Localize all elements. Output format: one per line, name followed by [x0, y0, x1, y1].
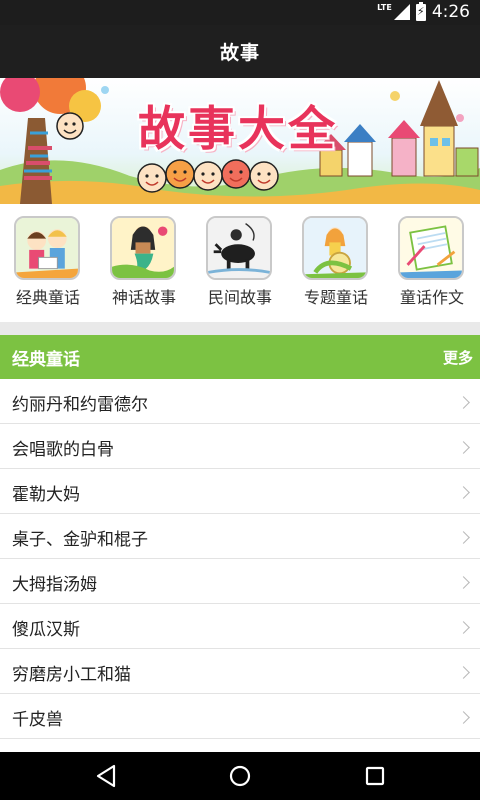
banner-title: 故事大全 — [138, 102, 338, 157]
back-icon[interactable] — [92, 762, 122, 790]
category-label: 经典童话 — [15, 288, 80, 307]
home-icon[interactable] — [225, 762, 255, 790]
section-header: 经典童话 更多 — [0, 335, 480, 379]
app-bar: 故事 — [0, 25, 480, 78]
chevron-right-icon — [457, 486, 470, 499]
category-label: 神话故事 — [111, 288, 176, 307]
story-title: 大拇指汤姆 — [12, 575, 97, 595]
kids-reading-icon — [14, 216, 80, 280]
story-title: 穷磨房小工和猫 — [12, 665, 131, 685]
battery-icon: ⚡ — [415, 1, 426, 21]
status-bar: LTE ⚡ 4:26 — [0, 0, 480, 25]
ox-herder-icon — [206, 216, 272, 280]
page-title: 故事 — [219, 42, 260, 64]
section-title: 经典童话 — [12, 350, 80, 370]
story-title: 约丽丹和约雷德尔 — [12, 395, 148, 415]
more-link[interactable]: 更多 — [443, 347, 473, 368]
category-label: 专题童话 — [303, 288, 368, 307]
category-label: 民间故事 — [207, 288, 272, 307]
category-themed-fairy-tales[interactable]: 专题童话 — [288, 204, 384, 322]
recents-icon[interactable] — [360, 762, 390, 790]
story-title: 会唱歌的白骨 — [12, 440, 114, 460]
list-item[interactable]: 霍勒大妈 — [0, 469, 480, 514]
category-classic-fairy-tales[interactable]: 经典童话 — [0, 204, 96, 322]
category-mythology[interactable]: 神话故事 — [96, 204, 192, 322]
chevron-right-icon — [457, 666, 470, 679]
chevron-right-icon — [457, 576, 470, 589]
story-title: 霍勒大妈 — [12, 485, 80, 505]
girl-on-snail-icon — [302, 216, 368, 280]
notebook-drawing-icon — [398, 216, 464, 280]
chevron-right-icon — [457, 441, 470, 454]
list-item[interactable]: 傻瓜汉斯 — [0, 604, 480, 649]
banner[interactable]: 故事大全 — [0, 78, 480, 204]
section-divider — [0, 322, 480, 335]
chevron-right-icon — [457, 531, 470, 544]
story-title: 桌子、金驴和棍子 — [12, 530, 148, 550]
story-title: 傻瓜汉斯 — [12, 620, 80, 640]
signal-icon — [393, 4, 410, 20]
category-folk-tales[interactable]: 民间故事 — [192, 204, 288, 322]
chevron-right-icon — [457, 711, 470, 724]
clock: 4:26 — [431, 2, 470, 22]
list-item[interactable]: 穷磨房小工和猫 — [0, 649, 480, 694]
network-type: LTE — [377, 2, 392, 12]
list-item[interactable]: 桌子、金驴和棍子 — [0, 514, 480, 559]
list-item[interactable]: 大拇指汤姆 — [0, 559, 480, 604]
list-item[interactable]: 会唱歌的白骨 — [0, 424, 480, 469]
list-item[interactable]: 千皮兽 — [0, 694, 480, 739]
mermaid-icon — [110, 216, 176, 280]
system-nav-bar — [0, 752, 480, 800]
chevron-right-icon — [457, 621, 470, 634]
story-list: 约丽丹和约雷德尔 会唱歌的白骨 霍勒大妈 桌子、金驴和棍子 大拇指汤姆 傻瓜汉斯… — [0, 379, 480, 739]
category-grid: 经典童话 神话故事 民间故事 专题童话 童话作文 — [0, 204, 480, 322]
story-title: 千皮兽 — [12, 710, 63, 730]
list-item[interactable]: 约丽丹和约雷德尔 — [0, 379, 480, 424]
category-fairy-tale-essays[interactable]: 童话作文 — [384, 204, 480, 322]
chevron-right-icon — [457, 396, 470, 409]
category-label: 童话作文 — [399, 288, 464, 307]
